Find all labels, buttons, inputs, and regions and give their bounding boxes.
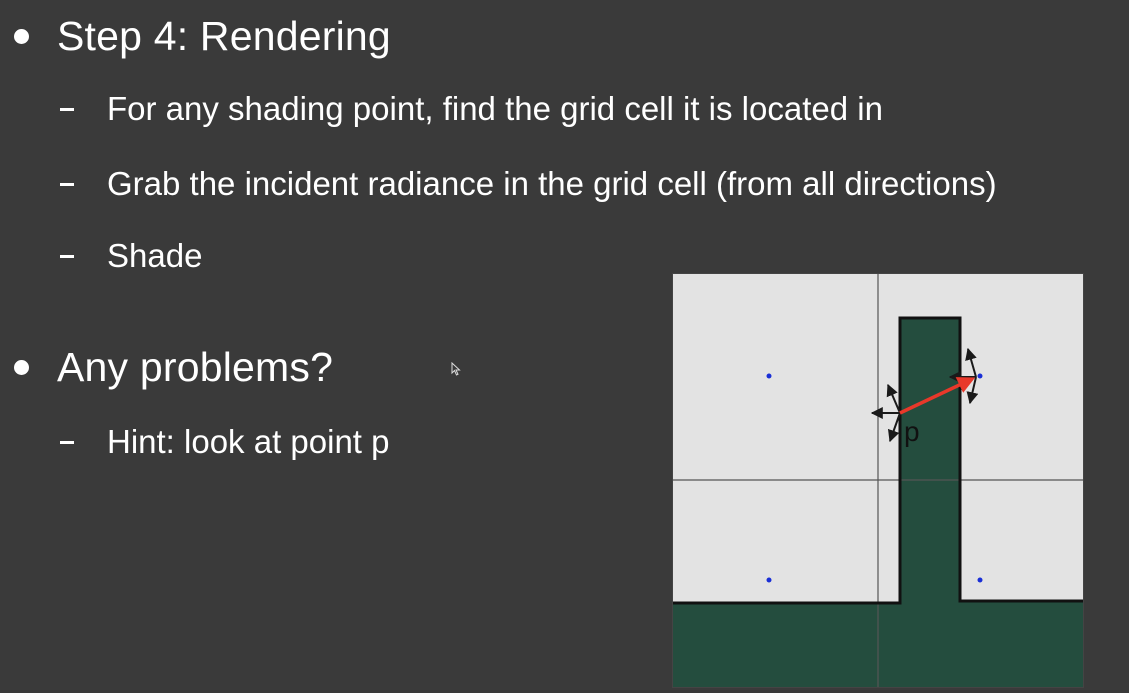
sub-bullet-hint: Hint: look at point p — [60, 422, 390, 462]
dash-icon — [60, 107, 74, 111]
cell-center-dot — [766, 577, 772, 583]
cell-center-dot — [766, 373, 772, 379]
dash-icon — [60, 254, 74, 258]
bullet-dot-icon — [14, 28, 29, 44]
grid-diagram: p — [672, 273, 1084, 688]
dash-icon — [60, 440, 74, 444]
sub-bullet-text: Hint: look at point p — [107, 423, 390, 460]
bullet-step4: Step 4: Rendering — [14, 12, 391, 60]
sub-bullet-text: For any shading point, find the grid cel… — [107, 90, 883, 127]
sub-bullet-text: Grab the incident radiance in the grid c… — [107, 165, 997, 202]
point-p-label: p — [904, 416, 920, 447]
sub-bullet-text: Shade — [107, 237, 203, 274]
sub-bullet-shade: Shade — [60, 236, 202, 276]
dash-icon — [60, 182, 74, 186]
mouse-cursor-icon — [451, 362, 461, 376]
bullet-text: Any problems? — [57, 344, 334, 390]
slide: Step 4: Rendering For any shading point,… — [0, 0, 1129, 693]
bullet-any-problems: Any problems? — [14, 343, 333, 391]
bullet-text: Step 4: Rendering — [57, 13, 391, 59]
sub-bullet-find-cell: For any shading point, find the grid cel… — [60, 89, 883, 129]
sub-bullet-grab-radiance: Grab the incident radiance in the grid c… — [60, 164, 997, 204]
cell-center-dot — [977, 577, 983, 583]
cell-center-dot — [977, 373, 983, 379]
bullet-dot-icon — [14, 359, 29, 375]
